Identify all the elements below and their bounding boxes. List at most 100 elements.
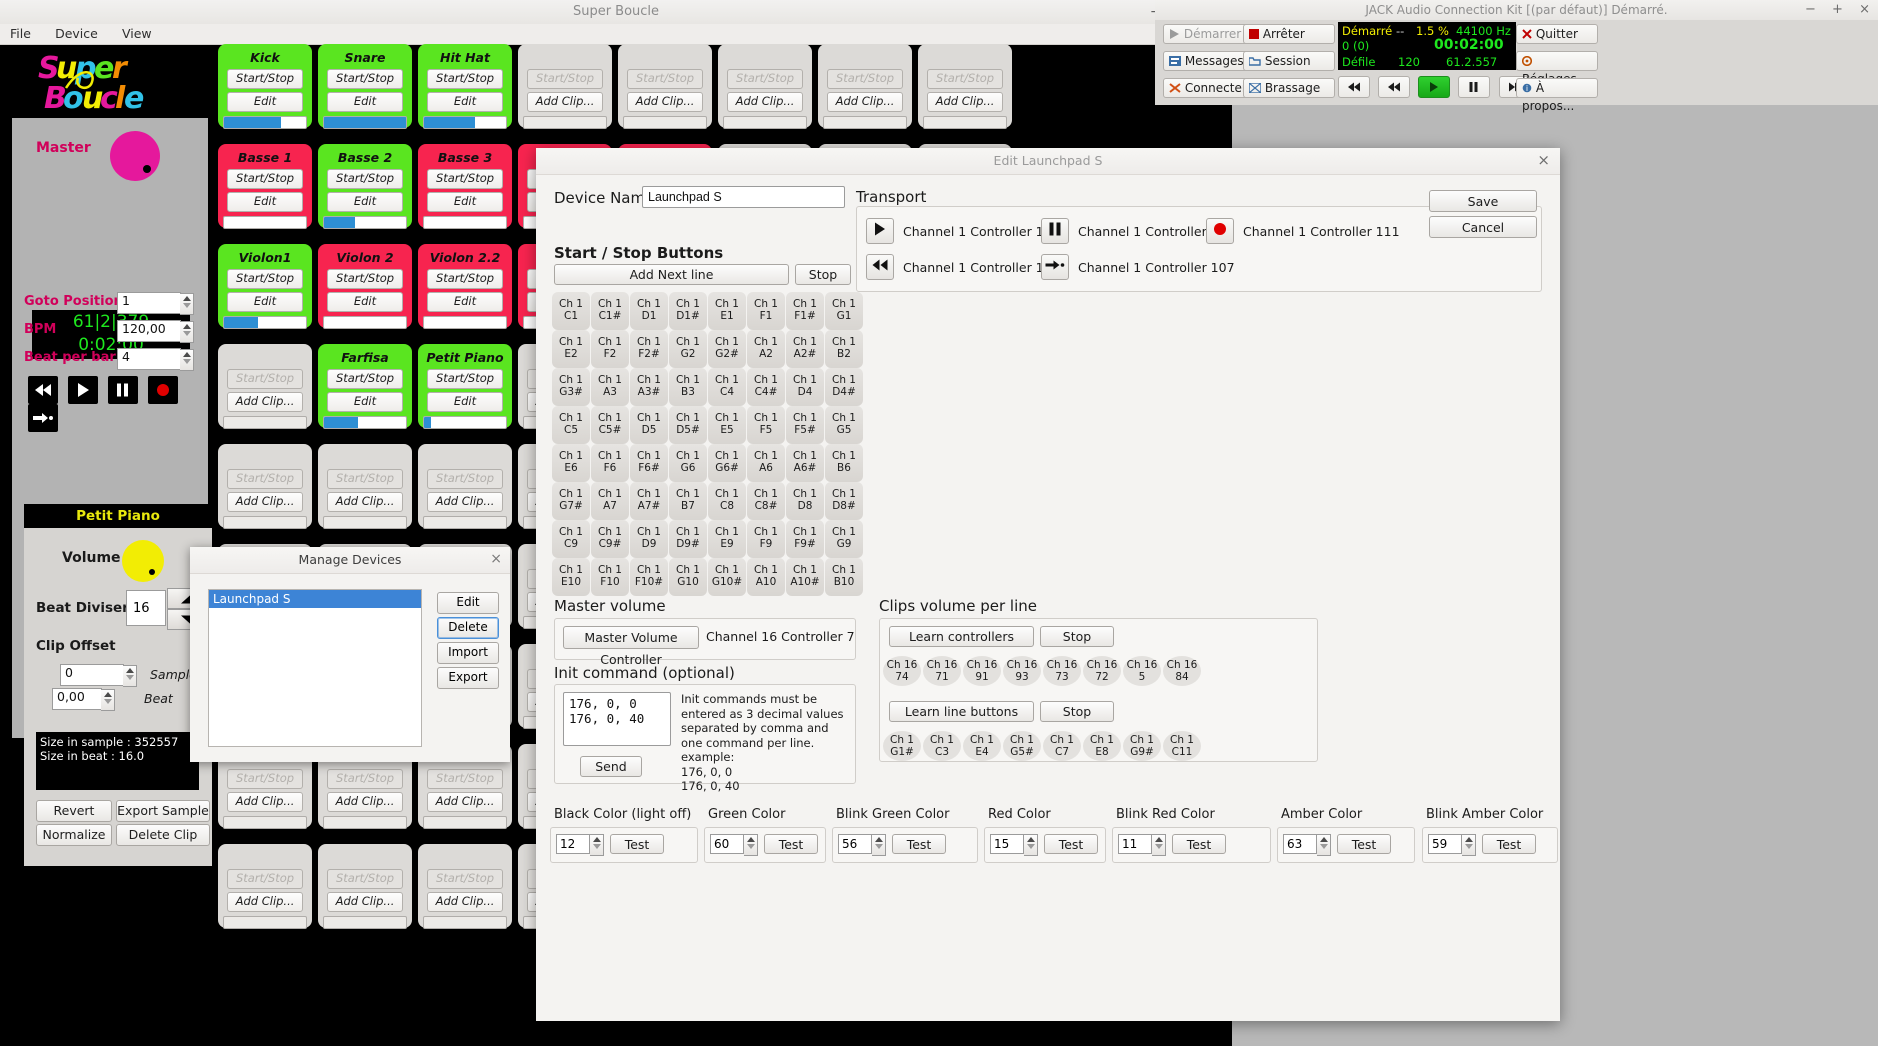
device-list[interactable]: Launchpad S xyxy=(208,589,422,747)
midi-note-button[interactable]: Ch 1 A10# xyxy=(786,558,824,596)
clip-cell[interactable]: Snare Start/Stop Edit xyxy=(318,44,412,129)
clip-start-stop-button[interactable]: Start/Stop xyxy=(327,869,403,889)
color-test-button[interactable]: Test xyxy=(1337,834,1391,854)
clip-cell[interactable]: Basse 1 Start/Stop Edit xyxy=(218,144,312,229)
pause-icon[interactable] xyxy=(1041,218,1069,244)
backward-icon[interactable] xyxy=(1378,76,1411,98)
clip-add-button[interactable]: Add Clip... xyxy=(627,92,703,112)
jack-session-button[interactable]: Session xyxy=(1243,51,1335,71)
menu-item-view[interactable]: View xyxy=(112,24,162,43)
minimize-icon[interactable]: − xyxy=(1805,2,1816,17)
midi-note-button[interactable]: Ch 1 E5 xyxy=(708,406,746,444)
color-test-button[interactable]: Test xyxy=(1172,834,1226,854)
midi-note-button[interactable]: Ch 1 D8 xyxy=(786,482,824,520)
maximize-icon[interactable]: + xyxy=(1832,2,1843,17)
clip-edit-button[interactable]: Edit xyxy=(227,92,303,112)
clip-edit-button[interactable]: Edit xyxy=(327,392,403,412)
clip-edit-button[interactable]: Edit xyxy=(327,92,403,112)
midi-note-button[interactable]: Ch 1 E10 xyxy=(552,558,590,596)
midi-note-button[interactable]: Ch 1 C5 xyxy=(552,406,590,444)
color-value-stepper[interactable] xyxy=(590,834,604,856)
clip-cell[interactable]: Violon1 Start/Stop Edit xyxy=(218,244,312,329)
midi-note-button[interactable]: Ch 1 G2 xyxy=(669,330,707,368)
midi-note-button[interactable]: Ch 1 A10 xyxy=(747,558,785,596)
spinner-arrows[interactable] xyxy=(123,665,137,687)
clip-volume-controller[interactable]: Ch 16 93 xyxy=(1003,656,1041,686)
jack-arreter-button[interactable]: Arrêter xyxy=(1243,24,1335,44)
clip-cell[interactable]: Hit Hat Start/Stop Edit xyxy=(418,44,512,129)
midi-note-button[interactable]: Ch 1 G2# xyxy=(708,330,746,368)
clip-edit-button[interactable]: Edit xyxy=(327,192,403,212)
line-button-controller[interactable]: Ch 1 C11 xyxy=(1163,731,1201,761)
clip-edit-button[interactable]: Edit xyxy=(427,292,503,312)
close-icon[interactable]: × xyxy=(1537,151,1550,169)
clip-cell[interactable]: Start/Stop Add Clip... xyxy=(418,444,512,529)
clip-start-stop-button[interactable]: Start/Stop xyxy=(227,769,303,789)
color-value-stepper[interactable] xyxy=(872,834,886,856)
clip-cell[interactable]: Start/Stop Add Clip... xyxy=(918,44,1012,129)
export-sample-button[interactable]: Export Sample xyxy=(116,800,210,822)
clip-start-stop-button[interactable]: Start/Stop xyxy=(427,469,503,489)
midi-note-button[interactable]: Ch 1 F2# xyxy=(630,330,668,368)
midi-note-button[interactable]: Ch 1 A3# xyxy=(630,368,668,406)
close-icon[interactable]: × xyxy=(1859,2,1870,17)
clip-cell[interactable]: Start/Stop Add Clip... xyxy=(318,444,412,529)
line-button-controller[interactable]: Ch 1 E4 xyxy=(963,731,1001,761)
clip-start-stop-button[interactable]: Start/Stop xyxy=(427,769,503,789)
jack-brassage-button[interactable]: Brassage xyxy=(1243,78,1335,98)
learn-controllers-button[interactable]: Learn controllers xyxy=(889,626,1034,647)
delete-device-button[interactable]: Delete xyxy=(437,617,499,639)
midi-note-button[interactable]: Ch 1 E6 xyxy=(552,444,590,482)
midi-note-button[interactable]: Ch 1 F1# xyxy=(786,292,824,330)
clip-edit-button[interactable]: Edit xyxy=(427,92,503,112)
color-value-input[interactable]: 59 xyxy=(1428,834,1462,854)
midi-note-button[interactable]: Ch 1 D5 xyxy=(630,406,668,444)
midi-note-button[interactable]: Ch 1 D9# xyxy=(669,520,707,558)
line-button-controller[interactable]: Ch 1 G1# xyxy=(883,731,921,761)
midi-note-button[interactable]: Ch 1 D1 xyxy=(630,292,668,330)
clip-start-stop-button[interactable]: Start/Stop xyxy=(827,69,903,89)
goto-icon[interactable] xyxy=(1041,254,1069,280)
save-button[interactable]: Save xyxy=(1429,190,1537,212)
play-icon[interactable] xyxy=(68,376,99,404)
clip-cell[interactable]: Start/Stop Add Clip... xyxy=(418,844,512,929)
clip-cell[interactable]: Start/Stop Add Clip... xyxy=(218,444,312,529)
midi-note-button[interactable]: Ch 1 E1 xyxy=(708,292,746,330)
midi-note-button[interactable]: Ch 1 C9# xyxy=(591,520,629,558)
clip-add-button[interactable]: Add Clip... xyxy=(227,892,303,912)
midi-note-button[interactable]: Ch 1 D4 xyxy=(786,368,824,406)
record-icon[interactable] xyxy=(1206,218,1234,244)
clip-cell[interactable]: Petit Piano Start/Stop Edit xyxy=(418,344,512,429)
clip-edit-button[interactable]: Edit xyxy=(427,392,503,412)
clip-start-stop-button[interactable]: Start/Stop xyxy=(427,869,503,889)
midi-note-button[interactable]: Ch 1 B6 xyxy=(825,444,863,482)
color-value-input[interactable]: 63 xyxy=(1283,834,1317,854)
clip-start-stop-button[interactable]: Start/Stop xyxy=(227,469,303,489)
midi-note-button[interactable]: Ch 1 F5# xyxy=(786,406,824,444)
spinner-arrows[interactable] xyxy=(180,349,194,371)
beat-diviser-value[interactable]: 16 xyxy=(126,590,166,626)
midi-note-button[interactable]: Ch 1 G10 xyxy=(669,558,707,596)
jack-quitter-button[interactable]: Quitter xyxy=(1516,24,1598,44)
line-button-controller[interactable]: Ch 1 G5# xyxy=(1003,731,1041,761)
clip-start-stop-button[interactable]: Start/Stop xyxy=(327,369,403,389)
clip-cell[interactable]: Basse 3 Start/Stop Edit xyxy=(418,144,512,229)
clip-add-button[interactable]: Add Clip... xyxy=(427,492,503,512)
color-test-button[interactable]: Test xyxy=(892,834,946,854)
clip-add-button[interactable]: Add Clip... xyxy=(427,892,503,912)
color-value-input[interactable]: 11 xyxy=(1118,834,1152,854)
menu-item-device[interactable]: Device xyxy=(45,24,108,43)
midi-note-button[interactable]: Ch 1 D4# xyxy=(825,368,863,406)
midi-note-button[interactable]: Ch 1 F6# xyxy=(630,444,668,482)
clip-start-stop-button[interactable]: Start/Stop xyxy=(427,169,503,189)
clip-start-stop-button[interactable]: Start/Stop xyxy=(227,269,303,289)
device-name-input[interactable] xyxy=(642,186,845,208)
color-test-button[interactable]: Test xyxy=(764,834,818,854)
clip-cell[interactable]: Start/Stop Add Clip... xyxy=(618,44,712,129)
init-command-textarea[interactable] xyxy=(563,692,671,746)
midi-note-button[interactable]: Ch 1 A6# xyxy=(786,444,824,482)
clip-cell[interactable]: Start/Stop Add Clip... xyxy=(518,44,612,129)
midi-note-button[interactable]: Ch 1 B7 xyxy=(669,482,707,520)
add-next-line-button[interactable]: Add Next line xyxy=(554,264,789,285)
clip-edit-button[interactable]: Edit xyxy=(227,192,303,212)
